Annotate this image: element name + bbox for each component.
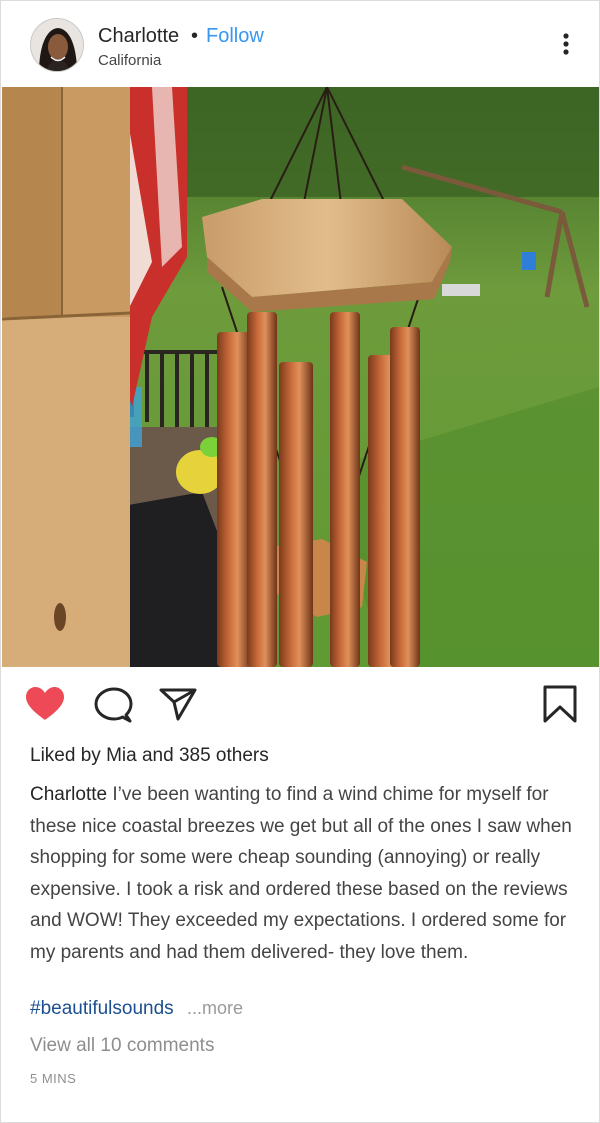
post-timestamp: 5 MINS bbox=[30, 1071, 77, 1086]
share-button[interactable] bbox=[158, 685, 198, 728]
caption-username[interactable]: Charlotte bbox=[30, 784, 107, 805]
post-caption: Charlotte I’ve been wanting to find a wi… bbox=[30, 779, 578, 968]
liked-by-user-link[interactable]: Mia bbox=[106, 745, 137, 766]
caption-more-link[interactable]: ...more bbox=[187, 998, 243, 1018]
paper-plane-icon bbox=[159, 688, 197, 721]
likes-summary: Liked by Mia and 385 others bbox=[30, 745, 269, 767]
speech-bubble-icon bbox=[94, 687, 133, 723]
post-photo[interactable] bbox=[2, 87, 599, 667]
vertical-dots-icon bbox=[563, 33, 569, 55]
separator-dot: • bbox=[191, 25, 199, 47]
post-header: Charlotte • Follow California bbox=[1, 1, 599, 87]
likes-prefix: Liked by bbox=[30, 745, 101, 766]
heart-icon bbox=[26, 687, 64, 720]
save-button[interactable] bbox=[541, 684, 579, 729]
caption-hashtag-line: #beautifulsounds ...more bbox=[30, 998, 243, 1020]
likes-joiner: and bbox=[141, 745, 174, 766]
post-location[interactable]: California bbox=[98, 52, 161, 69]
post-card: Charlotte • Follow California Liked by M… bbox=[0, 0, 600, 1123]
likes-others-link[interactable]: 385 others bbox=[179, 745, 269, 766]
caption-text: I’ve been wanting to find a wind chime f… bbox=[30, 784, 572, 963]
post-actions bbox=[1, 667, 599, 737]
wind-chime-photo bbox=[2, 87, 599, 667]
view-all-comments-link[interactable]: View all 10 comments bbox=[30, 1035, 214, 1057]
hashtag-link[interactable]: #beautifulsounds bbox=[30, 998, 174, 1019]
avatar[interactable] bbox=[30, 18, 84, 72]
follow-button[interactable]: Follow bbox=[206, 25, 264, 48]
comment-button[interactable] bbox=[93, 686, 133, 729]
like-button[interactable] bbox=[24, 686, 66, 727]
more-options-button[interactable] bbox=[555, 31, 577, 59]
bookmark-icon bbox=[543, 685, 577, 723]
post-author-username[interactable]: Charlotte bbox=[98, 25, 179, 48]
